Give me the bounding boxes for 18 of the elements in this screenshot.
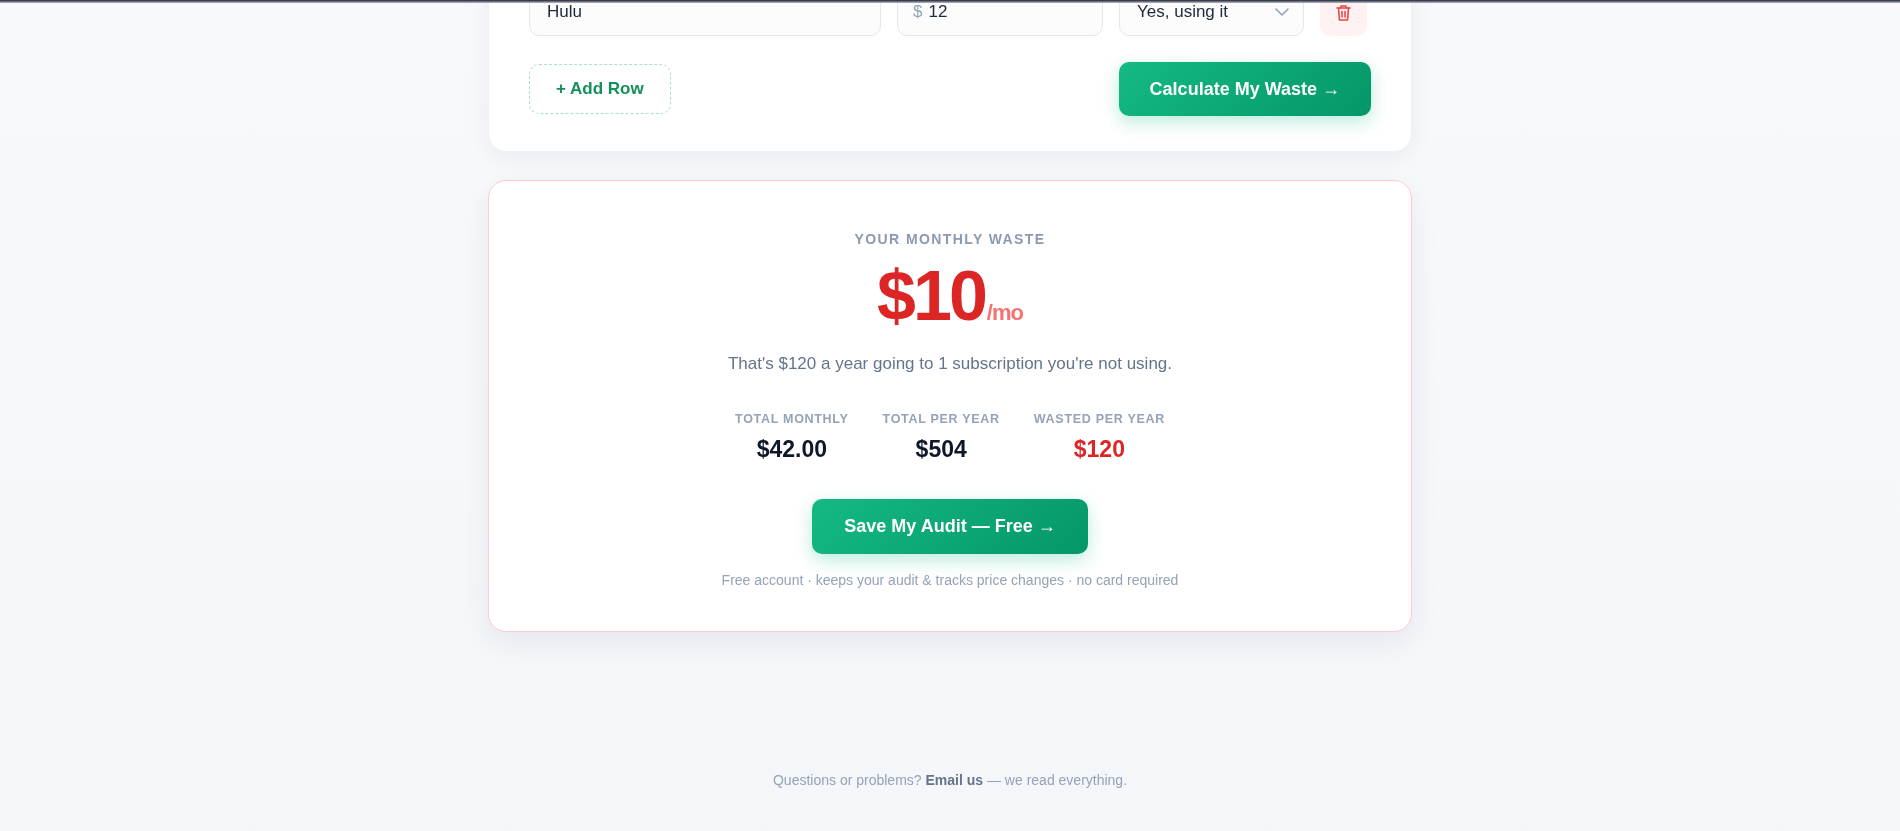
stat-label: WASTED PER YEAR [1033,411,1165,427]
stat-value: $504 [915,435,967,463]
email-link[interactable]: Email us [925,772,984,788]
amount-unit: /mo [986,300,1023,325]
trash-icon [1336,3,1351,21]
footer-text: Questions or problems? Email us — we read everything. [771,771,1129,790]
add-row-button[interactable]: + Add Row [529,64,671,114]
save-audit-button[interactable]: Save My Audit — Free → [812,499,1088,554]
fine-print: Free account · keeps your audit & tracks price changes · no card required [721,571,1179,590]
stat-label: TOTAL MONTHLY [735,411,849,427]
stat-value: $42.00 [756,435,827,463]
calculate-button[interactable]: Calculate My Waste → [1118,62,1371,116]
result-heading: YOUR MONTHLY WASTE [854,231,1046,247]
summary-text: That's $120 a year going to 1 subscription you're not using. [727,353,1172,375]
waste-amount: $10 [877,257,985,335]
stat-value: $120 [1073,435,1125,463]
stat-label: TOTAL PER YEAR [882,411,1000,427]
chevron-down-icon [1275,8,1289,16]
